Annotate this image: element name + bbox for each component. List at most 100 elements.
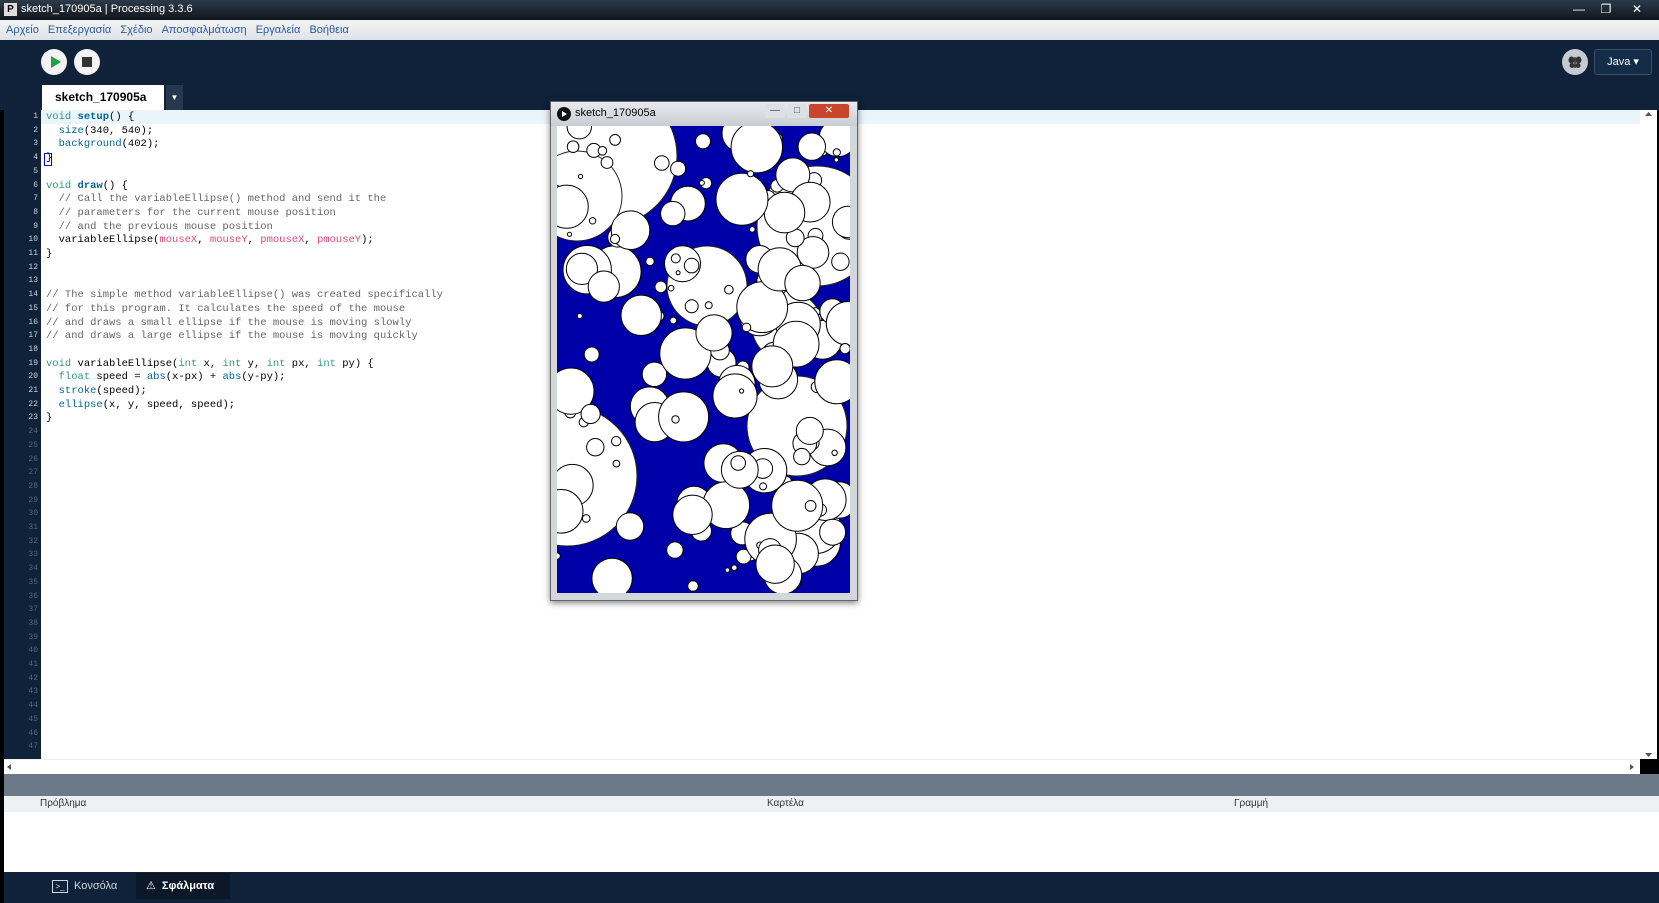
code-line: size(340, 540); [58,124,154,137]
sketch-ellipse [576,313,583,319]
line-number: 27 [28,468,38,478]
line-number: 33 [28,550,38,560]
sketch-ellipse [832,148,841,157]
sketch-ellipse [724,567,731,573]
sketch-ellipse [660,200,686,227]
line-number: 7 [33,194,38,204]
sketch-ellipse [600,156,614,169]
menu-sketch[interactable]: Σχέδιο [117,20,155,40]
sketch-ellipse [670,253,681,264]
menu-help[interactable]: Βοήθεια [306,20,351,40]
sketch-ellipse [724,284,734,295]
menu-tools[interactable]: Εργαλεία [253,20,304,40]
code-line: // for this program. It calculates the s… [46,302,406,315]
line-number: 41 [28,660,38,669]
console-tab[interactable]: >_ Κονσόλα [42,873,136,899]
line-number: 1 [33,112,38,121]
menu-debug[interactable]: Αποσφαλμάτωση [159,20,250,40]
problems-table-header: Πρόβλημα Καρτέλα Γραμμή [4,796,1659,812]
mode-selector[interactable]: Java ▾ [1594,49,1652,75]
line-number: 3 [33,139,38,149]
footer-bar [4,872,1659,903]
sketch-ellipse [586,438,605,457]
sketch-ellipse [566,231,573,237]
sketch-ellipse [611,436,622,447]
sketch-ellipse [784,264,821,302]
console-tab-label: Κονσόλα [74,880,118,892]
sketch-ellipse [695,314,733,352]
sketch-window[interactable]: sketch_170905a — □ ✕ [550,101,858,601]
sketch-ellipse [581,514,591,523]
column-tab: Καρτέλα [767,798,804,809]
column-line: Γραμμή [1234,798,1269,809]
run-button[interactable] [41,49,67,75]
stop-button[interactable] [74,49,100,75]
minimize-button[interactable]: — [1566,2,1592,17]
sketch-ellipse [755,544,795,584]
line-number: 38 [28,618,38,628]
processing-app-icon: P [4,3,17,16]
hscroll-arrows [7,764,1634,770]
code-line: } [46,152,53,165]
sketch-ellipse [620,294,662,337]
line-number: 29 [28,495,38,505]
code-line: } [46,248,53,260]
line-number: 20 [28,372,38,382]
code-line: // and the previous mouse position [58,220,273,233]
line-number: 6 [33,180,38,190]
sketch-ellipse [793,447,811,466]
sketch-minimize-button[interactable]: — [765,104,785,118]
code-line: } [46,412,53,425]
warning-icon: ⚠ [146,880,156,892]
line-number: 35 [28,577,38,587]
close-button[interactable]: ✕ [1624,2,1650,17]
code-line: // and draws a large ellipse if the mous… [46,330,418,343]
line-number: 34 [28,564,38,574]
sketch-ellipse [730,455,746,471]
problems-list [4,812,1659,872]
line-number: 43 [28,687,38,697]
line-number: 45 [28,714,38,724]
horizontal-scrollbar[interactable] [4,759,1640,774]
line-number: 17 [28,331,38,341]
sketch-ellipse [583,346,600,363]
errors-tab[interactable]: ⚠ Σφάλματα [136,873,230,899]
sketch-ellipse [795,416,824,445]
sketch-ellipse [654,155,670,171]
sketch-canvas[interactable] [557,126,850,593]
sketch-ellipse [687,580,699,592]
line-number: 30 [28,509,38,519]
code-line: // parameters for the current mouse posi… [58,206,336,219]
sketch-ellipse [658,391,710,443]
menu-edit[interactable]: Επεξεργασία [45,20,114,40]
sketch-close-button[interactable]: ✕ [809,104,849,118]
line-number: 25 [28,440,38,450]
sketch-ellipse [669,316,678,325]
sketch-ellipse [666,541,684,559]
line-number: 13 [28,276,38,286]
line-number: 37 [28,605,38,615]
line-number: 24 [28,427,38,437]
play-icon [51,56,61,68]
line-number: 19 [28,358,38,368]
sketch-ellipse [698,179,705,186]
line-number: 8 [33,207,38,217]
sketch-ellipse [804,500,817,512]
debugger-button[interactable] [1562,49,1588,75]
line-number: 11 [28,249,38,258]
line-number: 4 [33,153,38,163]
tab-menu-button[interactable]: ▼ [166,85,183,110]
maximize-button[interactable]: ❐ [1593,2,1619,17]
sketch-maximize-button[interactable]: □ [787,104,807,118]
sketch-ellipse [712,373,758,419]
vertical-scrollbar[interactable] [1640,110,1657,759]
menu-file[interactable]: Αρχείο [3,20,42,40]
menu-bar: Αρχείο Επεξεργασία Σχέδιο Αποσφαλμάτωση … [0,20,1659,40]
sketch-ellipse [739,388,745,394]
line-number: 18 [28,344,38,354]
tab-sketch[interactable]: sketch_170905a [42,85,164,110]
line-number: 26 [28,454,38,464]
sketch-ellipse [715,172,769,226]
sketch-ellipse [645,256,655,267]
code-line: // Call the variableEllipse() method and… [58,193,387,206]
